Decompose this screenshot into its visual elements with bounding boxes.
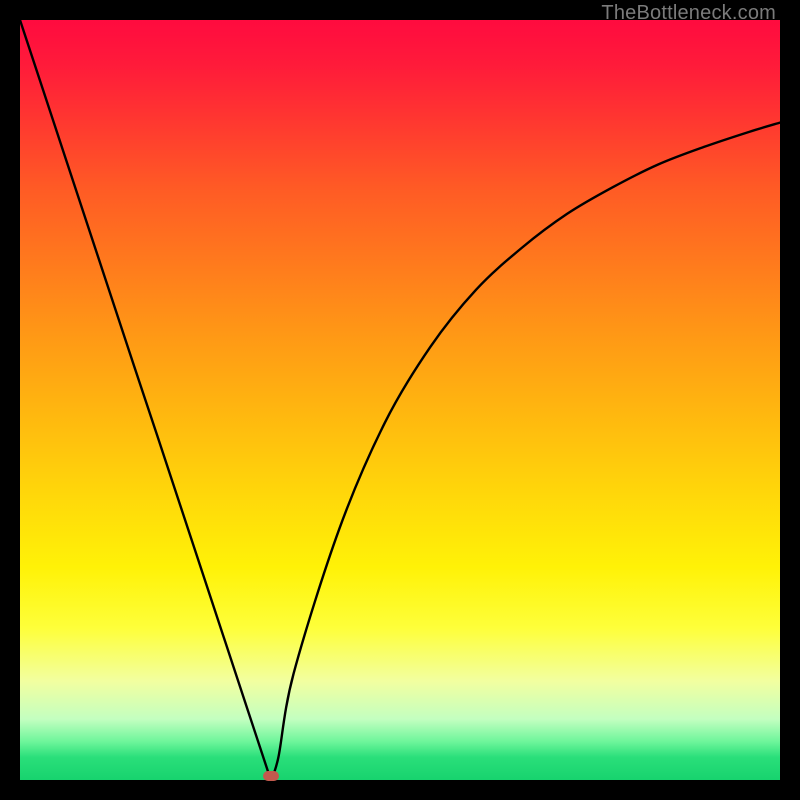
watermark-text: TheBottleneck.com: [601, 2, 776, 25]
minimum-marker: [263, 771, 279, 781]
bottleneck-curve: [20, 20, 780, 780]
chart-plot-area: [20, 20, 780, 780]
